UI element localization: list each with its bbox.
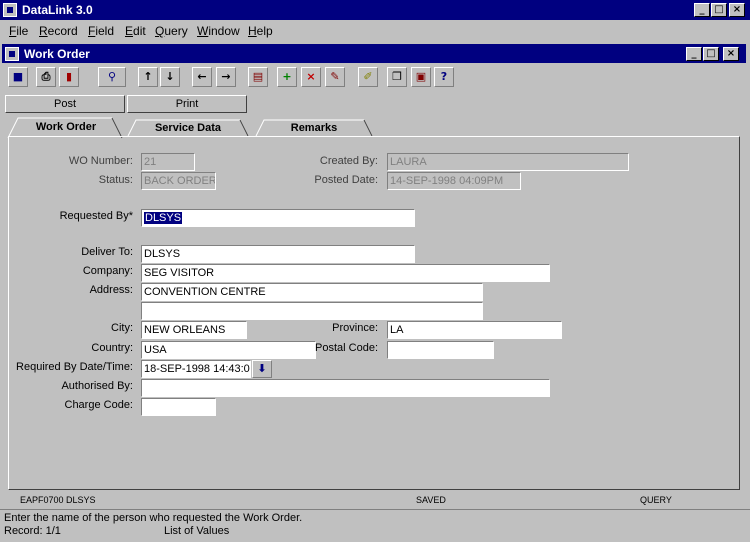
menu-help[interactable]: Help <box>248 24 273 38</box>
requested-by-field[interactable]: DLSYS <box>141 209 415 227</box>
authorised-by-field[interactable] <box>141 379 550 397</box>
city-label: City: <box>111 322 133 334</box>
menubar: File Record Field Edit Query Window Help <box>0 21 750 41</box>
requested-by-value: DLSYS <box>144 212 183 224</box>
lov-indicator: List of Values <box>164 525 230 537</box>
status-mode: QUERY <box>640 495 672 505</box>
created-by-label: Created By: <box>319 155 378 167</box>
menu-window[interactable]: Window <box>197 24 240 38</box>
pencil-icon[interactable]: ✐ <box>358 67 378 87</box>
menu-record[interactable]: Record <box>39 24 78 38</box>
arrow-left-icon[interactable]: ← <box>192 67 212 87</box>
posted-date-field: 14-SEP-1998 04:09PM <box>387 172 521 190</box>
paste-icon[interactable]: ▣ <box>411 67 431 87</box>
app-titlebar: DataLink 3.0 _ □ × <box>0 0 750 20</box>
required-by-field[interactable]: 18-SEP-1998 14:43:00 <box>141 360 251 378</box>
menu-query[interactable]: Query <box>155 24 188 38</box>
record-count: Record: 1/1 <box>4 525 61 537</box>
hint-text: Enter the name of the person who request… <box>4 512 303 524</box>
print-icon[interactable]: ⎙ <box>36 67 56 87</box>
child-titlebar: Work Order _ □ × <box>2 44 746 63</box>
address-line1-field[interactable]: CONVENTION CENTRE <box>141 283 483 301</box>
maximize-icon[interactable]: □ <box>711 3 727 17</box>
status-label: Status: <box>98 174 133 186</box>
tab-work-order[interactable]: Work Order <box>20 118 112 138</box>
city-field[interactable]: NEW ORLEANS <box>141 321 247 339</box>
arrow-up-icon[interactable]: ↑ <box>138 67 158 87</box>
print-button[interactable]: Print <box>127 95 247 113</box>
minimize-icon[interactable]: _ <box>694 3 710 17</box>
date-dropdown-icon[interactable]: ⬇ <box>252 360 272 378</box>
postal-code-label: Postal Code: <box>315 342 378 354</box>
arrow-down-icon[interactable]: ↓ <box>160 67 180 87</box>
status-saved: SAVED <box>416 495 446 505</box>
charge-code-label: Charge Code: <box>64 399 134 411</box>
province-label: Province: <box>332 322 378 334</box>
child-window-icon[interactable] <box>5 47 19 61</box>
wo-number-field: 21 <box>141 153 195 171</box>
message-area: Enter the name of the person who request… <box>0 509 750 542</box>
created-by-field: LAURA <box>387 153 629 171</box>
child-maximize-icon[interactable]: □ <box>703 47 719 61</box>
country-label: Country: <box>91 342 133 354</box>
exit-icon[interactable]: ▮ <box>59 67 79 87</box>
child-title: Work Order <box>24 47 90 61</box>
postal-code-field[interactable] <box>387 341 494 359</box>
app-title: DataLink 3.0 <box>22 3 93 17</box>
delete-record-icon[interactable]: × <box>301 67 321 87</box>
close-icon[interactable]: × <box>729 3 745 17</box>
toolbar: ■ ⎙ ▮ ⚲ ↑ ↓ ← → ▤ + × ✎ ✐ ❐ ▣ ? <box>2 64 746 91</box>
deliver-to-label: Deliver To: <box>81 246 133 258</box>
status-form-id: EAPF0700 DLSYS <box>20 495 96 505</box>
charge-code-field[interactable] <box>141 398 216 416</box>
menu-edit[interactable]: Edit <box>125 24 146 38</box>
copy-icon[interactable]: ❐ <box>387 67 407 87</box>
authorised-by-label: Authorised By: <box>61 380 133 392</box>
posted-date-label: Posted Date: <box>314 174 378 186</box>
arrow-right-icon[interactable]: → <box>216 67 236 87</box>
post-button[interactable]: Post <box>5 95 125 113</box>
required-by-label: Required By Date/Time: <box>16 361 133 373</box>
status-field: BACK ORDER <box>141 172 216 190</box>
child-minimize-icon[interactable]: _ <box>686 47 702 61</box>
save-icon[interactable]: ■ <box>8 67 28 87</box>
clear-icon[interactable]: ▤ <box>248 67 268 87</box>
requested-by-label: Requested By* <box>59 210 133 222</box>
insert-record-icon[interactable]: + <box>277 67 297 87</box>
address-line2-field[interactable] <box>141 302 483 320</box>
company-field[interactable]: SEG VISITOR <box>141 264 550 282</box>
province-field[interactable]: LA <box>387 321 562 339</box>
menu-file[interactable]: File <box>9 24 28 38</box>
wo-number-label: WO Number: <box>68 155 133 167</box>
help-icon[interactable]: ? <box>434 67 454 87</box>
status-bar: EAPF0700 DLSYS SAVED QUERY <box>8 492 740 508</box>
address-label: Address: <box>89 284 133 296</box>
edit-icon[interactable]: ✎ <box>325 67 345 87</box>
query-icon[interactable]: ⚲ <box>98 67 126 87</box>
child-close-icon[interactable]: × <box>723 47 739 61</box>
app-icon[interactable] <box>3 3 17 17</box>
menu-field[interactable]: Field <box>88 24 114 38</box>
deliver-to-field[interactable]: DLSYS <box>141 245 415 263</box>
company-label: Company: <box>82 265 133 277</box>
